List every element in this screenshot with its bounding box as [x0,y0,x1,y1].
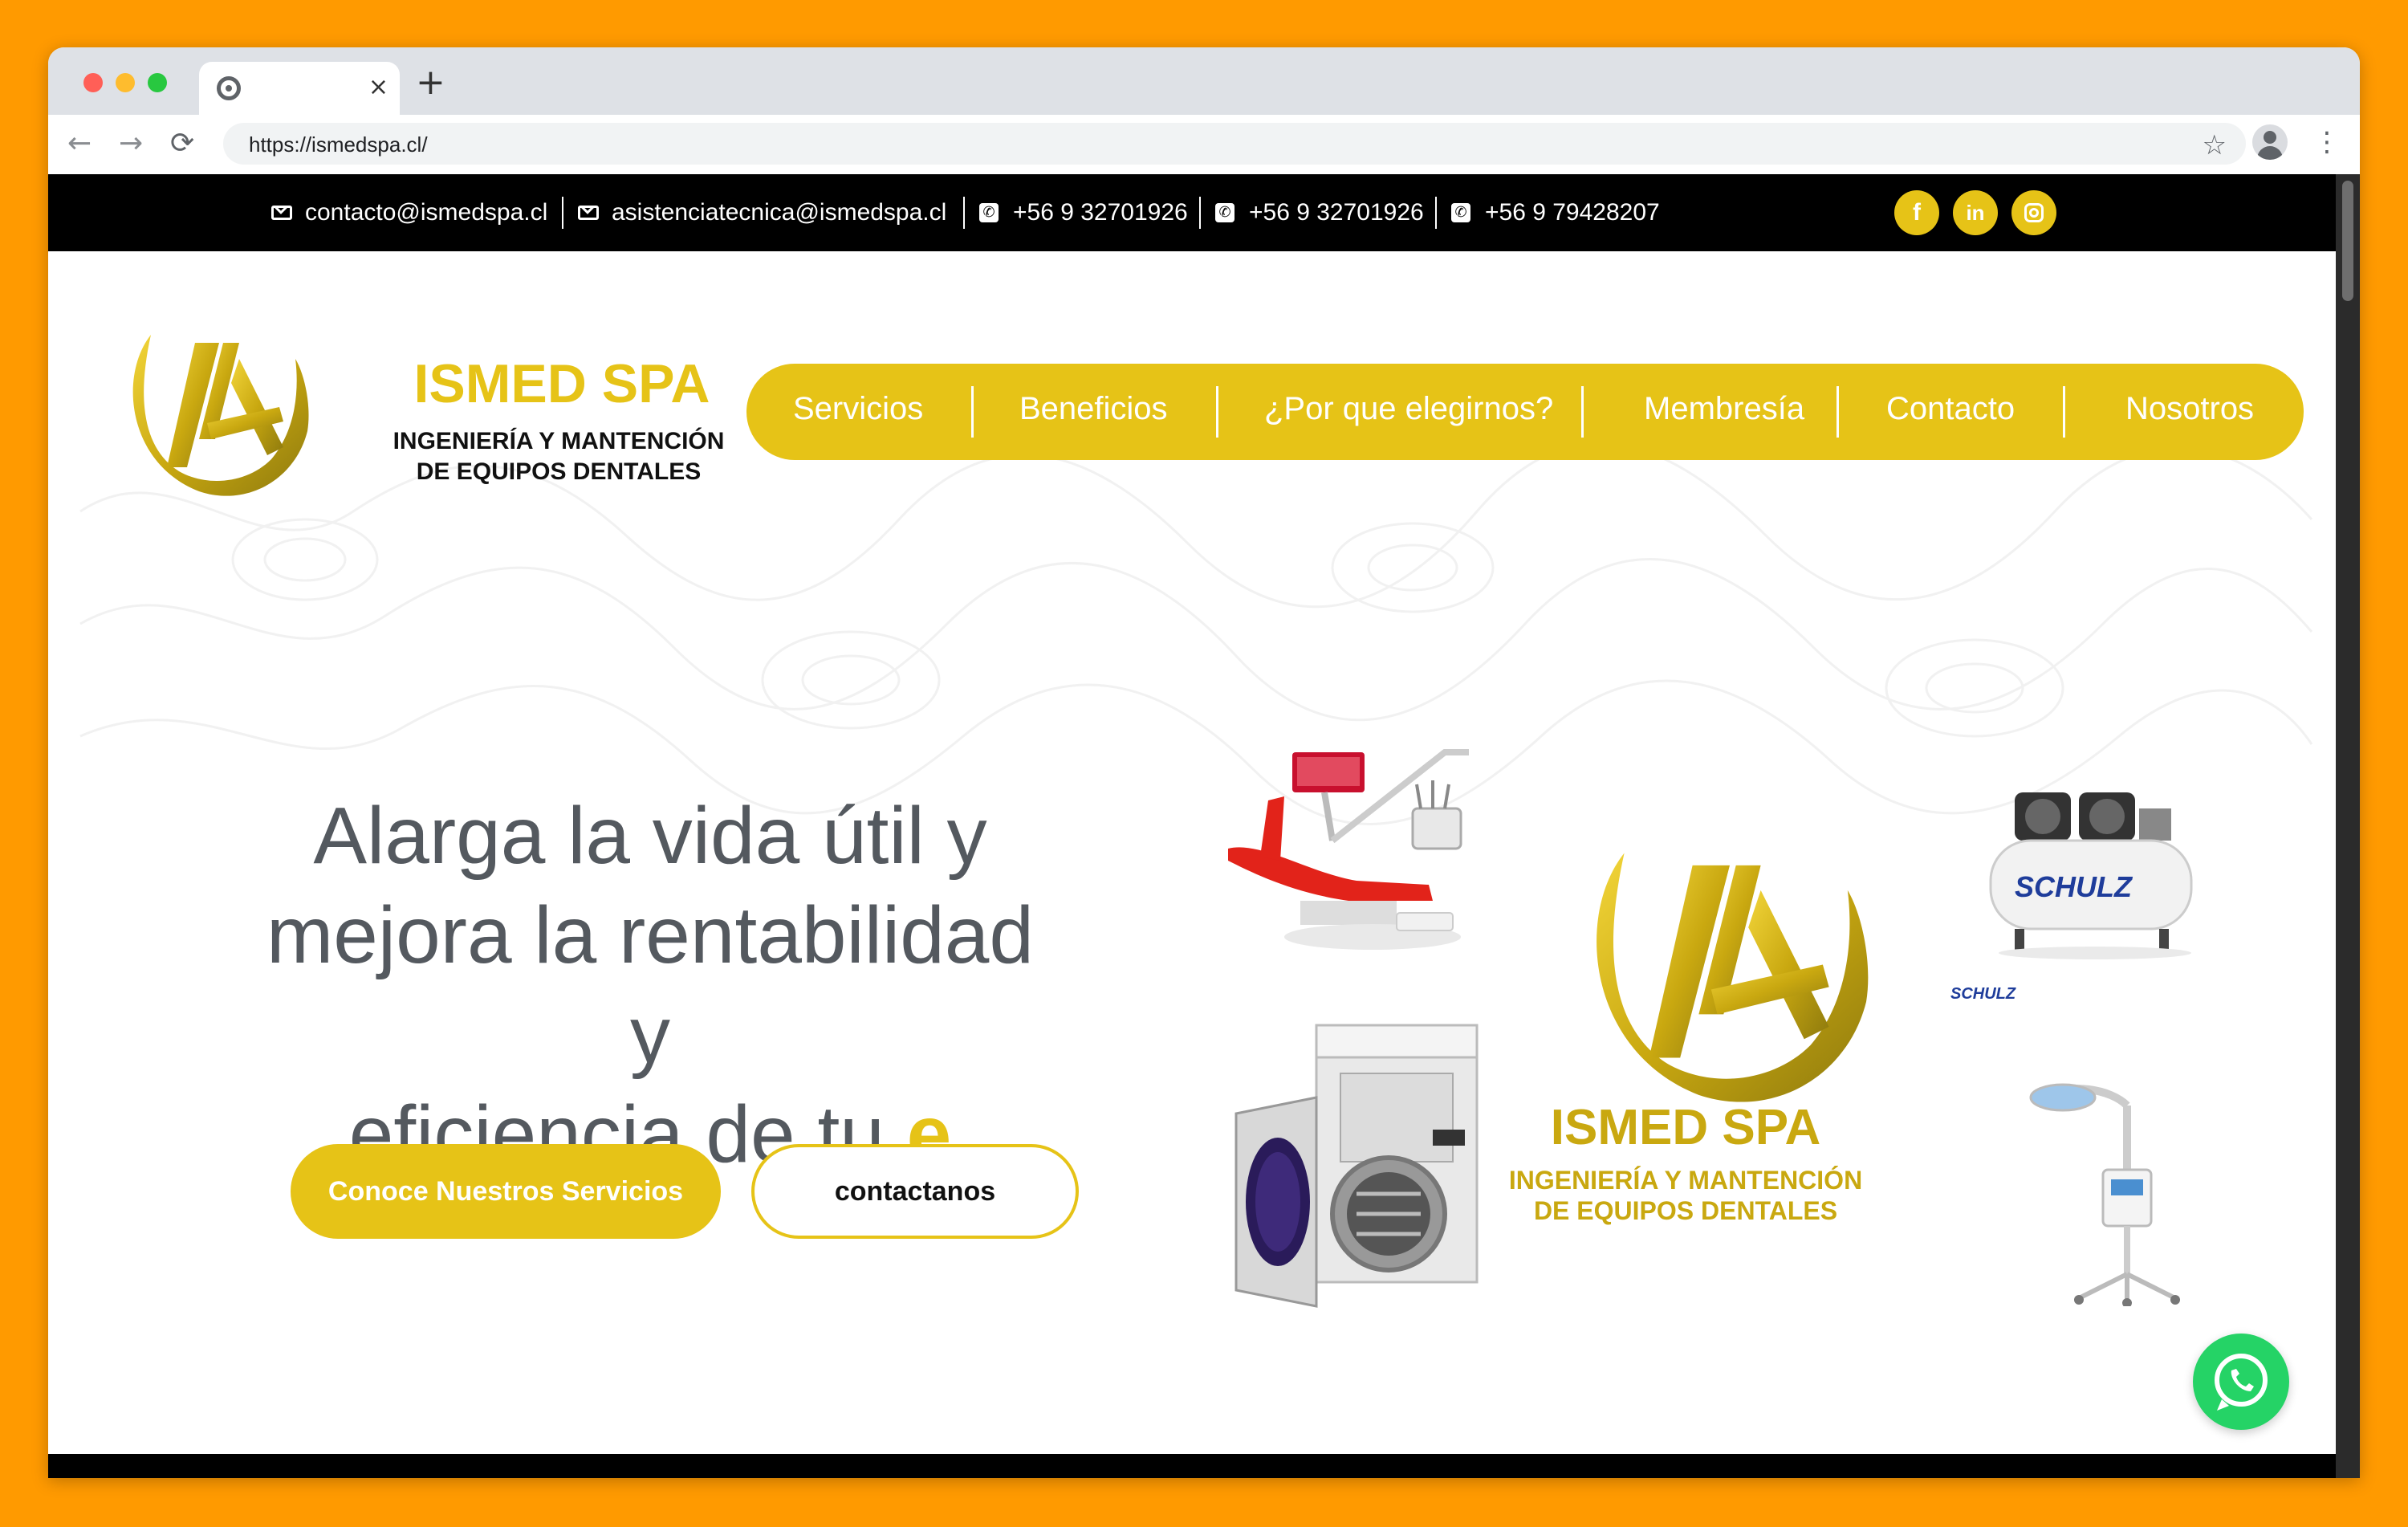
nav-divider [1581,386,1584,438]
mail-icon [271,206,292,220]
linkedin-icon[interactable]: in [1953,190,1998,235]
address-bar: ← → ⟳ https://ismedspa.cl/ ☆ ⋮ [48,115,2360,175]
phone-text-2: +56 9 32701926 [1249,199,1424,226]
ismed-logo-icon [132,335,309,496]
tab-close-icon[interactable]: × [368,73,388,102]
nav-item-nosotros[interactable]: Nosotros [2125,391,2254,427]
footer-bar [48,1454,2336,1478]
phone-icon: ✆ [979,203,999,222]
email-contact-link[interactable]: contacto@ismedspa.cl [271,198,547,227]
profile-avatar-icon[interactable] [2252,124,2288,160]
browser-tab[interactable]: × [199,62,400,115]
tab-bar: × + [48,47,2360,115]
minimize-window-button[interactable] [116,73,135,92]
showcase-tagline-line1: INGENIERÍA Y MANTENCIÓN [1508,1166,1863,1195]
phone-link-1[interactable]: ✆ +56 9 32701926 [979,198,1188,227]
facebook-icon[interactable]: f [1894,190,1939,235]
dental-chair-image [1228,749,1469,950]
new-tab-button[interactable]: + [416,65,445,100]
whatsapp-icon [2215,1354,2268,1411]
mail-icon [578,206,599,220]
nav-divider [2063,386,2065,438]
divider [1435,197,1437,229]
showcase-tagline: INGENIERÍA Y MANTENCIÓN DE EQUIPOS DENTA… [1477,1165,1894,1226]
services-button[interactable]: Conoce Nuestros Servicios [291,1144,721,1239]
close-window-button[interactable] [83,73,103,92]
autoclave-image [1235,1024,1479,1308]
schulz-label: SCHULZ [2015,870,2133,903]
nav-divider [1216,386,1218,438]
reload-button[interactable]: ⟳ [170,128,194,160]
forward-button[interactable]: → [119,128,143,160]
chrome-favicon-icon [217,76,241,100]
email-support-link[interactable]: asistenciatecnica@ismedspa.cl [578,198,946,227]
web-page: contacto@ismedspa.cl asistenciatecnica@i… [48,174,2336,1478]
nav-divider [971,386,974,438]
phone-link-2[interactable]: ✆ +56 9 32701926 [1215,198,1424,227]
back-button[interactable]: ← [67,128,92,160]
brand-tagline-line2: DE EQUIPOS DENTALES [416,458,702,485]
phone-link-3[interactable]: ✆ +56 9 79428207 [1451,198,1660,227]
nav-item-beneficios[interactable]: Beneficios [1019,391,1168,427]
contact-button[interactable]: contactanos [751,1144,1079,1239]
schulz-mini-logo: SCHULZ [1950,985,2016,1003]
nav-item-contacto[interactable]: Contacto [1886,391,2015,427]
url-text: https://ismedspa.cl/ [249,132,428,157]
browser-menu-icon[interactable]: ⋮ [2313,124,2341,160]
divider [1199,197,1201,229]
browser-window: × + ← → ⟳ https://ismedspa.cl/ ☆ ⋮ conta… [48,47,2360,1478]
email-support-text: asistenciatecnica@ismedspa.cl [612,199,947,226]
phone-text-1: +56 9 32701926 [1013,199,1188,226]
schulz-compressor-image: SCHULZ [1989,792,2193,959]
page-scrollbar[interactable] [2336,174,2360,1478]
whitening-lamp-image [2029,1083,2180,1306]
whatsapp-button[interactable] [2193,1334,2289,1430]
maximize-window-button[interactable] [148,73,167,92]
nav-item-membresia[interactable]: Membresía [1644,391,1804,427]
contact-topbar: contacto@ismedspa.cl asistenciatecnica@i… [48,174,2336,251]
nav-item-por-que-elegirnos[interactable]: ¿Por que elegirnos? [1264,391,1553,427]
hero-line-1: Alarga la vida útil y [313,791,987,881]
nav-divider [1837,386,1839,438]
main-nav: Servicios Beneficios ¿Por que elegirnos?… [746,364,2304,460]
ismed-large-logo-icon [1597,853,1869,1102]
showcase-tagline-line2: DE EQUIPOS DENTALES [1533,1196,1838,1225]
phone-icon: ✆ [1451,203,1470,222]
instagram-icon[interactable] [2011,190,2056,235]
email-contact-text: contacto@ismedspa.cl [305,199,548,226]
hero-headline: Alarga la vida útil y mejora la rentabil… [249,786,1051,1184]
scrollbar-thumb[interactable] [2342,181,2353,301]
bookmark-star-icon[interactable]: ☆ [2203,129,2227,161]
brand-tagline-line1: INGENIERÍA Y MANTENCIÓN [393,428,725,454]
divider [963,197,965,229]
brand-tagline: INGENIERÍA Y MANTENCIÓN DE EQUIPOS DENTA… [350,426,767,487]
hero-line-2: mejora la rentabilidad y [266,890,1035,1080]
phone-text-3: +56 9 79428207 [1485,199,1660,226]
brand-name: ISMED SPA [413,353,710,414]
url-field[interactable]: https://ismedspa.cl/ ☆ [223,123,2246,165]
nav-item-servicios[interactable]: Servicios [793,391,923,427]
phone-icon: ✆ [1215,203,1235,222]
divider [562,197,563,229]
showcase-brand-name: ISMED SPA [1550,1100,1821,1155]
